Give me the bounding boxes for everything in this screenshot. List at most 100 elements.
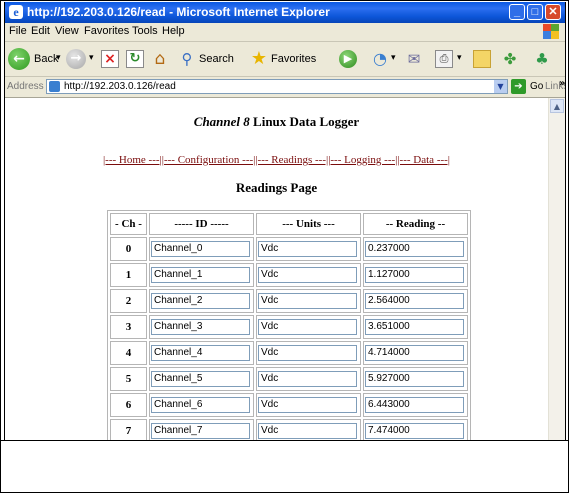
menu-view[interactable]: View [55, 25, 79, 37]
back-dropdown-icon[interactable]: ▾ [56, 53, 61, 63]
print-icon[interactable]: ⎙ [435, 50, 453, 68]
menu-tools[interactable]: Tools [132, 25, 158, 37]
search-icon[interactable]: ⚲ [178, 50, 196, 68]
back-button-label[interactable]: Back [34, 53, 58, 65]
units-cell: Vdc [256, 341, 361, 365]
id-cell: Channel_0 [149, 237, 254, 261]
menu-bar: File Edit View Favorites Tools Help [5, 23, 565, 42]
refresh-icon[interactable]: ↻ [126, 50, 144, 68]
channel-id-field[interactable]: Channel_7 [151, 423, 250, 439]
channel-id-field[interactable]: Channel_2 [151, 293, 250, 309]
header-reading: -- Reading -- [363, 213, 468, 235]
page-title: Channel 8 Linux Data Logger [5, 114, 548, 130]
units-field[interactable]: Vdc [258, 397, 357, 413]
media-icon[interactable]: ▶ [339, 50, 357, 68]
channel-id-field[interactable]: Channel_0 [151, 241, 250, 257]
table-row: 6 Channel_6 Vdc 6.443000 [110, 393, 468, 417]
mail-icon[interactable]: ✉ [405, 50, 423, 68]
units-cell: Vdc [256, 315, 361, 339]
print-dropdown-icon[interactable]: ▾ [457, 53, 462, 63]
menu-help[interactable]: Help [162, 25, 185, 37]
nav-link-home[interactable]: |--- Home ---| [103, 154, 162, 166]
address-dropdown-icon[interactable]: ▼ [494, 80, 507, 93]
units-field[interactable]: Vdc [258, 423, 357, 439]
units-field[interactable]: Vdc [258, 319, 357, 335]
units-field[interactable]: Vdc [258, 241, 357, 257]
channel-number: 7 [110, 419, 147, 440]
reading-field[interactable]: 2.564000 [365, 293, 464, 309]
channel-id-field[interactable]: Channel_5 [151, 371, 250, 387]
address-input[interactable]: http://192.203.0.126/read ▼ [46, 79, 508, 94]
page-title-text: Linux Data Logger [253, 114, 360, 129]
window-title: http://192.203.0.126/read - Microsoft In… [27, 5, 330, 19]
channel-number: 2 [110, 289, 147, 313]
id-cell: Channel_7 [149, 419, 254, 440]
channel-number: 0 [110, 237, 147, 261]
page-nav: |--- Home ---||--- Configuration ---||--… [5, 154, 548, 166]
folder-icon[interactable] [473, 50, 491, 68]
channel-id-field[interactable]: Channel_1 [151, 267, 250, 283]
home-icon[interactable]: ⌂ [151, 50, 169, 68]
forward-dropdown-icon[interactable]: ▾ [89, 53, 94, 63]
reading-field[interactable]: 0.237000 [365, 241, 464, 257]
nav-link-logging[interactable]: |--- Logging ---| [328, 154, 397, 166]
maximize-button[interactable]: □ [527, 4, 543, 20]
reading-field[interactable]: 1.127000 [365, 267, 464, 283]
id-cell: Channel_5 [149, 367, 254, 391]
id-cell: Channel_6 [149, 393, 254, 417]
reading-field[interactable]: 7.474000 [365, 423, 464, 439]
table-row: 5 Channel_5 Vdc 5.927000 [110, 367, 468, 391]
vertical-scrollbar[interactable]: ▲ [548, 98, 565, 440]
history-icon[interactable]: ◔ [371, 50, 389, 68]
reading-field[interactable]: 4.714000 [365, 345, 464, 361]
favorites-star-icon[interactable]: ★ [250, 50, 268, 68]
address-url[interactable]: http://192.203.0.126/read [64, 81, 176, 92]
reading-cell: 2.564000 [363, 289, 468, 313]
nav-link-data[interactable]: |--- Data ---| [397, 154, 450, 166]
nav-link-configuration[interactable]: |--- Configuration ---| [162, 154, 256, 166]
reading-field[interactable]: 5.927000 [365, 371, 464, 387]
history-dropdown-icon[interactable]: ▾ [391, 53, 396, 63]
units-cell: Vdc [256, 263, 361, 287]
reading-field[interactable]: 3.651000 [365, 319, 464, 335]
channel-id-field[interactable]: Channel_3 [151, 319, 250, 335]
header-units: --- Units --- [256, 213, 361, 235]
links-chevron-icon[interactable]: » [559, 78, 565, 89]
units-field[interactable]: Vdc [258, 267, 357, 283]
channel-number: 3 [110, 315, 147, 339]
units-field[interactable]: Vdc [258, 371, 357, 387]
units-field[interactable]: Vdc [258, 345, 357, 361]
channel-id-field[interactable]: Channel_4 [151, 345, 250, 361]
units-cell: Vdc [256, 367, 361, 391]
menu-file[interactable]: File [9, 25, 27, 37]
channel-number: 5 [110, 367, 147, 391]
go-button-label[interactable]: Go [530, 81, 543, 92]
units-cell: Vdc [256, 419, 361, 440]
menu-edit[interactable]: Edit [31, 25, 50, 37]
close-button[interactable]: ✕ [545, 4, 561, 20]
reading-field[interactable]: 6.443000 [365, 397, 464, 413]
forward-arrow-icon[interactable]: → [66, 49, 86, 69]
search-button-label[interactable]: Search [199, 53, 234, 65]
channel-id-field[interactable]: Channel_6 [151, 397, 250, 413]
scroll-up-arrow-icon[interactable]: ▲ [550, 99, 564, 113]
units-field[interactable]: Vdc [258, 293, 357, 309]
minimize-button[interactable]: _ [509, 4, 525, 20]
favorites-button-label[interactable]: Favorites [271, 53, 316, 65]
title-bar: e http://192.203.0.126/read - Microsoft … [5, 2, 565, 23]
messenger-icon[interactable]: ♣ [533, 50, 551, 68]
reading-cell: 7.474000 [363, 419, 468, 440]
go-arrow-icon[interactable]: ➔ [511, 79, 526, 94]
msn-icon[interactable]: ✤ [501, 50, 519, 68]
menu-favorites[interactable]: Favorites [84, 25, 129, 37]
nav-link-readings[interactable]: |--- Readings ---| [255, 154, 328, 166]
channel-number: 6 [110, 393, 147, 417]
table-row: 1 Channel_1 Vdc 1.127000 [110, 263, 468, 287]
reading-cell: 3.651000 [363, 315, 468, 339]
table-row: 0 Channel_0 Vdc 0.237000 [110, 237, 468, 261]
back-arrow-icon[interactable]: ← [8, 48, 30, 70]
channel-number: 1 [110, 263, 147, 287]
stop-icon[interactable]: × [101, 50, 119, 68]
reading-cell: 1.127000 [363, 263, 468, 287]
window-bottom-edge [0, 440, 569, 441]
